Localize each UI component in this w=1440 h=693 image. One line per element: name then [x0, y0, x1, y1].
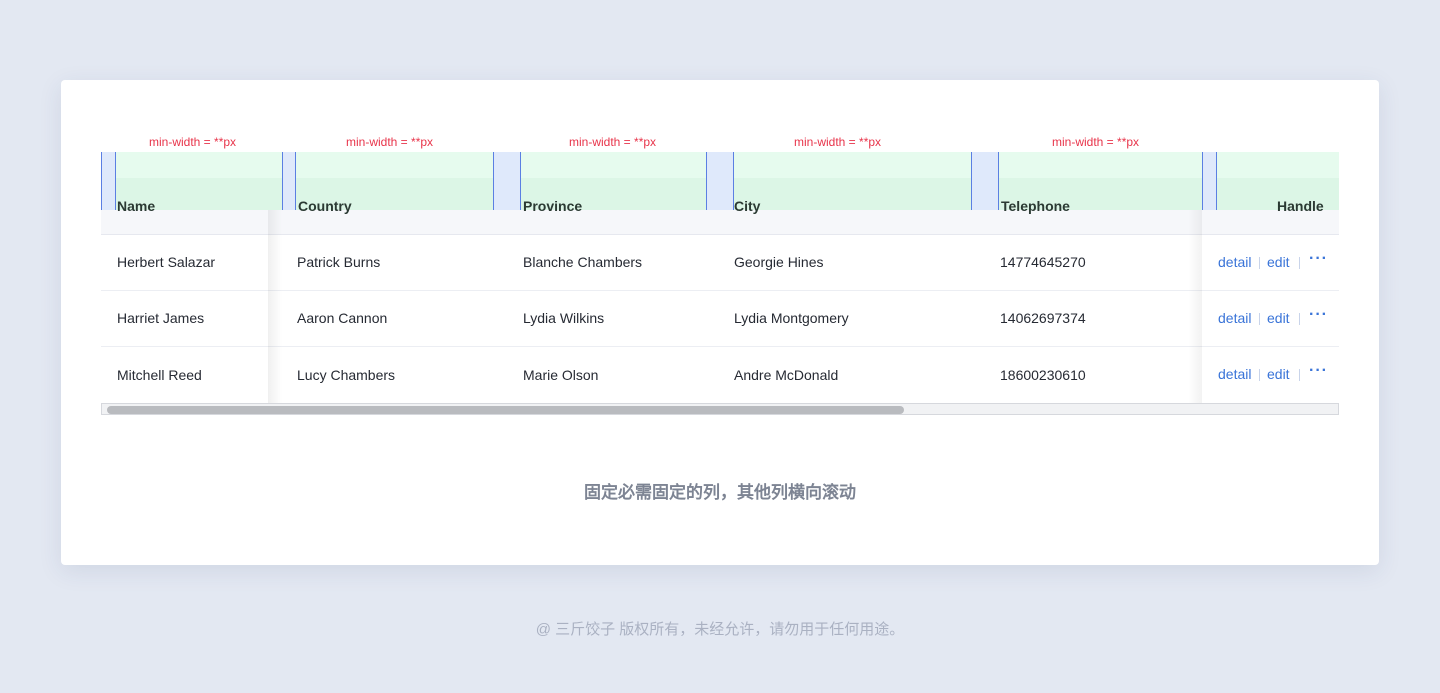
detail-link[interactable]: detail	[1218, 254, 1251, 270]
cell-province: Lydia Wilkins	[523, 310, 605, 326]
min-width-annotation: min-width = **px	[149, 135, 237, 149]
cell-country: Aaron Cannon	[297, 310, 388, 326]
column-header-province[interactable]: Province	[523, 198, 582, 214]
min-width-annotation: min-width = **px	[794, 135, 882, 149]
scrollbar-thumb[interactable]	[107, 406, 904, 414]
action-divider	[1259, 257, 1260, 269]
column-guide	[101, 152, 116, 210]
action-divider	[1259, 369, 1260, 381]
table-row[interactable]: Mitchell Reed Lucy Chambers Marie Olson …	[101, 347, 1339, 403]
column-header-handle[interactable]: Handle	[1277, 198, 1324, 214]
table-header: min-width = **px min-width = **px min-wi…	[101, 135, 1339, 235]
cell-country: Patrick Burns	[297, 254, 381, 270]
action-divider	[1299, 257, 1300, 269]
more-actions-icon[interactable]: ···	[1309, 362, 1328, 380]
caption: 固定必需固定的列，其他列横向滚动	[584, 483, 856, 502]
cell-country: Lucy Chambers	[297, 367, 396, 383]
edit-link[interactable]: edit	[1267, 254, 1290, 270]
table-row[interactable]: Harriet James Aaron Cannon Lydia Wilkins…	[101, 291, 1339, 347]
cell-telephone: 14062697374	[1000, 310, 1086, 326]
cell-city: Georgie Hines	[734, 254, 824, 270]
cell-name: Mitchell Reed	[117, 367, 202, 383]
cell-city: Andre McDonald	[734, 367, 839, 383]
fixed-left-column-shadow	[268, 210, 282, 404]
min-width-annotation: min-width = **px	[569, 135, 657, 149]
detail-link[interactable]: detail	[1218, 366, 1251, 382]
column-header-country[interactable]: Country	[298, 198, 352, 214]
cell-name: Harriet James	[117, 310, 205, 326]
horizontal-scrollbar[interactable]	[101, 403, 1339, 415]
column-guide	[1202, 152, 1217, 210]
cell-province: Blanche Chambers	[523, 254, 643, 270]
fixed-right-column-shadow	[1188, 210, 1202, 404]
header-row-background	[101, 210, 1339, 235]
column-guide	[706, 152, 734, 210]
column-header-name[interactable]: Name	[117, 198, 155, 214]
cell-telephone: 18600230610	[1000, 367, 1086, 383]
min-width-annotation: min-width = **px	[346, 135, 434, 149]
detail-link[interactable]: detail	[1218, 310, 1251, 326]
cell-province: Marie Olson	[523, 367, 599, 383]
table-row[interactable]: Herbert Salazar Patrick Burns Blanche Ch…	[101, 235, 1339, 291]
column-guide	[493, 152, 521, 210]
cell-name: Herbert Salazar	[117, 254, 216, 270]
action-divider	[1259, 313, 1260, 325]
more-actions-icon[interactable]: ···	[1309, 250, 1328, 268]
more-actions-icon[interactable]: ···	[1309, 306, 1328, 324]
action-divider	[1299, 313, 1300, 325]
edit-link[interactable]: edit	[1267, 366, 1290, 382]
column-header-city[interactable]: City	[734, 198, 760, 214]
column-guide	[282, 152, 296, 210]
table-card: min-width = **px min-width = **px min-wi…	[61, 80, 1379, 565]
copyright-notice: @ 三斤饺子 版权所有，未经允许，请勿用于任何用途。	[535, 621, 905, 638]
edit-link[interactable]: edit	[1267, 310, 1290, 326]
column-header-telephone[interactable]: Telephone	[1001, 198, 1070, 214]
cell-telephone: 14774645270	[1000, 254, 1086, 270]
column-guide	[971, 152, 999, 210]
cell-city: Lydia Montgomery	[734, 310, 849, 326]
action-divider	[1299, 369, 1300, 381]
min-width-annotation: min-width = **px	[1052, 135, 1140, 149]
